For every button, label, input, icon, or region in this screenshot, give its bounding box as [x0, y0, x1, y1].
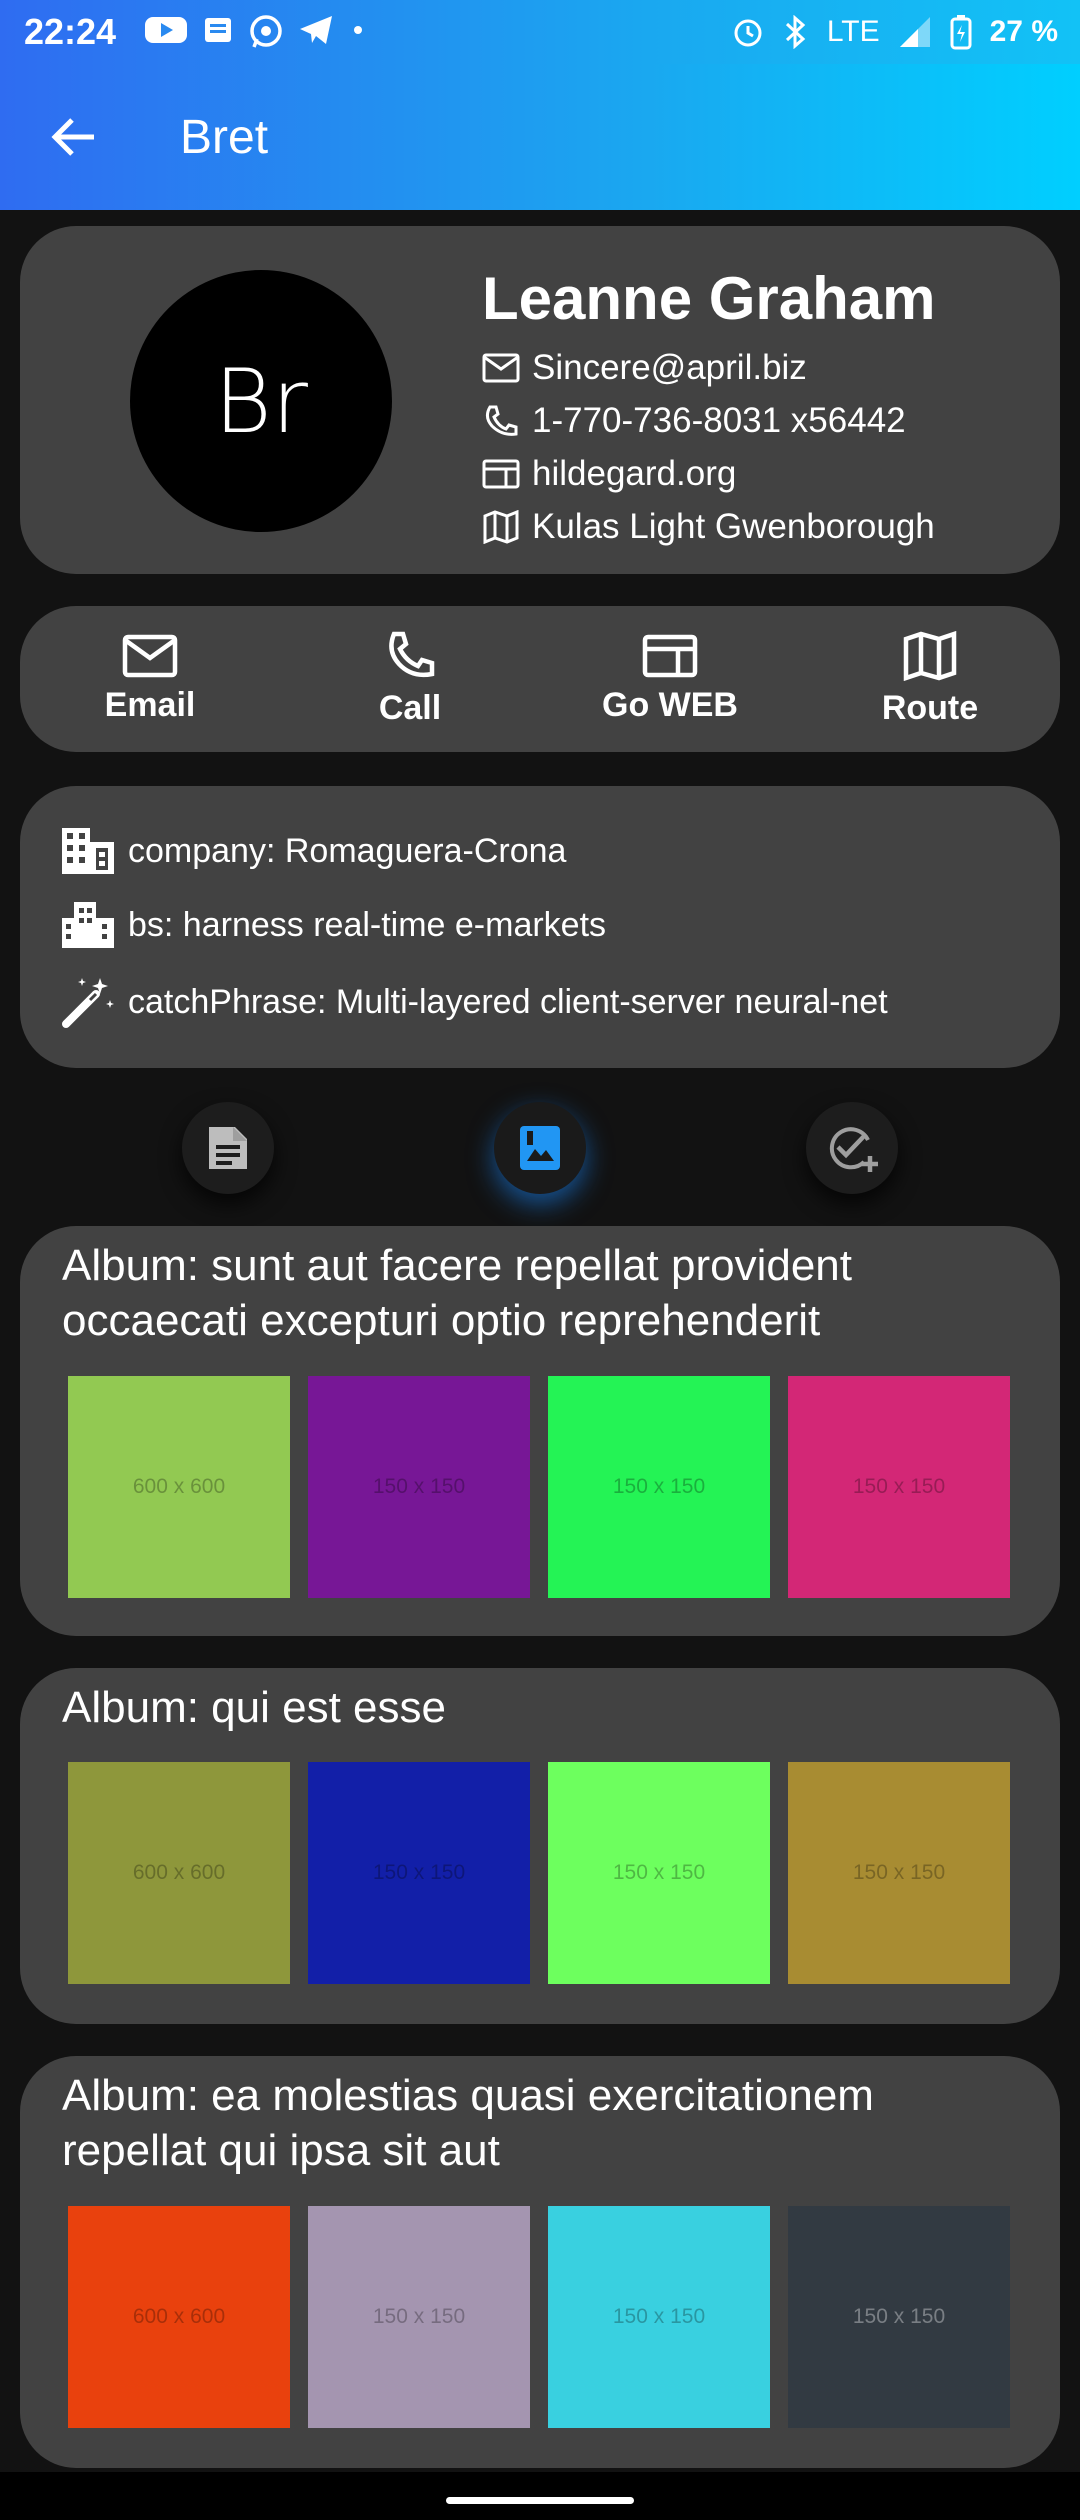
album-photo[interactable]: 600 x 600 [68, 1376, 290, 1598]
building-icon [62, 828, 114, 874]
profile-card: Br Leanne Graham Sincere@april.biz 1-770… [20, 226, 1060, 574]
user-name: Leanne Graham [482, 265, 936, 332]
app-bar: Bret [0, 64, 1080, 210]
website-text: hildegard.org [532, 454, 737, 493]
avatar: Br [130, 270, 392, 532]
website-row: hildegard.org [482, 454, 736, 494]
company-name: company: Romaguera-Crona [128, 831, 567, 870]
network-type: LTE [826, 15, 880, 48]
status-time: 22:24 [24, 11, 117, 52]
email-action-label: Email [104, 685, 196, 724]
catchphrase-row: catchPhrase: Multi-layered client-server… [60, 974, 888, 1030]
address-row: Kulas Light Gwenborough [482, 507, 935, 547]
phone-row: 1-770-736-8031 x56442 [482, 401, 906, 441]
album-card[interactable]: Album: sunt aut facere repellat providen… [20, 1226, 1060, 1636]
email-action-button[interactable]: Email [20, 606, 280, 752]
album-photo[interactable]: 600 x 600 [68, 2206, 290, 2428]
bs-row: bs: harness real-time e-markets [60, 900, 606, 950]
album-photo[interactable]: 150 x 150 [548, 1762, 770, 1984]
magic-wand-icon [62, 978, 114, 1028]
notification-icons [144, 14, 368, 50]
tab-albums[interactable] [494, 1102, 586, 1194]
telegram-icon [300, 16, 333, 44]
city-icon [62, 902, 114, 948]
tab-todos[interactable] [806, 1102, 898, 1194]
whatsapp-icon [250, 15, 282, 48]
battery-icon [950, 15, 972, 50]
status-bar: 22:24 LTE 27 % [0, 0, 1080, 64]
call-action-label: Call [378, 688, 442, 727]
alarm-icon [734, 19, 762, 47]
map-icon [903, 630, 957, 681]
call-action-button[interactable]: Call [280, 606, 540, 752]
news-icon [205, 18, 232, 42]
phone-text: 1-770-736-8031 x56442 [532, 401, 906, 440]
email-row: Sincere@april.biz [482, 348, 807, 388]
photo-album-icon [520, 1126, 560, 1170]
album-title: Album: qui est esse [62, 1683, 446, 1732]
web-icon [642, 634, 698, 677]
system-status: LTE 27 % [731, 14, 1058, 50]
album-photo[interactable]: 150 x 150 [308, 1762, 530, 1984]
album-card[interactable]: Album: qui est esse 600 x 600 150 x 150 … [20, 1668, 1060, 2024]
company-bs: bs: harness real-time e-markets [128, 905, 607, 944]
album-photo[interactable]: 150 x 150 [308, 2206, 530, 2428]
signal-icon [899, 17, 930, 47]
navigation-bar [0, 2472, 1080, 2520]
phone-icon [389, 631, 435, 677]
task-add-icon [829, 1127, 878, 1172]
album-title: Album: ea molestias quasi exercitationem… [62, 2071, 874, 2175]
web-action-button[interactable]: Go WEB [540, 606, 800, 752]
album-photo[interactable]: 150 x 150 [788, 2206, 1010, 2428]
album-photo[interactable]: 150 x 150 [788, 1376, 1010, 1598]
album-photo[interactable]: 150 x 150 [788, 1762, 1010, 1984]
album-photo[interactable]: 150 x 150 [548, 2206, 770, 2428]
company-catchphrase: catchPhrase: Multi-layered client-server… [128, 982, 888, 1021]
map-icon [483, 510, 519, 544]
company-row: company: Romaguera-Crona [60, 826, 566, 876]
album-photo[interactable]: 600 x 600 [68, 1762, 290, 1984]
email-text: Sincere@april.biz [532, 348, 807, 387]
document-icon [209, 1127, 247, 1169]
page-title: Bret [180, 110, 269, 164]
album-title: Album: sunt aut facere repellat providen… [62, 1241, 853, 1345]
route-action-button[interactable]: Route [800, 606, 1060, 752]
tab-posts[interactable] [182, 1102, 274, 1194]
home-gesture-handle[interactable] [446, 2497, 634, 2504]
company-card: company: Romaguera-Crona bs: harness rea… [20, 786, 1060, 1068]
address-text: Kulas Light Gwenborough [532, 507, 935, 546]
actions-card: Email Call Go WEB Route [20, 606, 1060, 752]
content-tabs [0, 1102, 1080, 1194]
album-photo[interactable]: 150 x 150 [548, 1376, 770, 1598]
back-button[interactable] [48, 112, 98, 162]
bluetooth-icon [785, 15, 806, 49]
dot-icon [354, 26, 363, 34]
battery-level: 27 % [989, 15, 1058, 48]
album-photo[interactable]: 150 x 150 [308, 1376, 530, 1598]
arrow-back-icon[interactable] [50, 117, 96, 157]
album-card[interactable]: Album: ea molestias quasi exercitationem… [20, 2056, 1060, 2468]
route-action-label: Route [881, 688, 979, 727]
phone-icon [485, 405, 518, 436]
web-icon [482, 459, 520, 489]
web-action-label: Go WEB [602, 685, 738, 724]
youtube-icon [145, 17, 188, 43]
mail-icon [482, 353, 520, 383]
mail-icon [122, 634, 178, 677]
